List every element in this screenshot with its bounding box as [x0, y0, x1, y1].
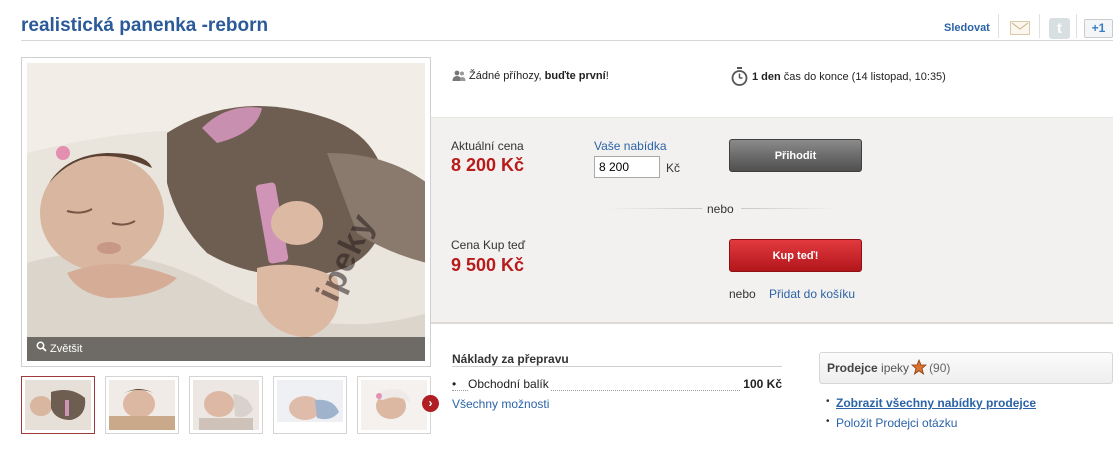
seller-box: Prodejce ipeky (90): [819, 352, 1113, 384]
bullet: •: [826, 396, 830, 407]
star-icon: [910, 356, 928, 386]
your-bid-label[interactable]: Vaše nabídka: [594, 139, 667, 153]
thumbnail[interactable]: [273, 376, 347, 434]
buy-now-label: Cena Kup teď: [451, 238, 526, 252]
shipping-title: Náklady za přepravu: [452, 352, 569, 366]
zoom-label: Zvětšit: [50, 343, 83, 355]
twitter-icon[interactable]: t: [1049, 18, 1070, 39]
seller-all-offers-link[interactable]: Zobrazit všechny nabídky prodejce: [836, 396, 1036, 410]
bids-emph: buďte první: [544, 70, 606, 82]
shipping-price: 100 Kč: [741, 377, 782, 391]
zoom-button[interactable]: Zvětšit: [27, 337, 425, 361]
mail-icon[interactable]: [1010, 21, 1030, 35]
header-separator: [1076, 14, 1077, 38]
buy-now-button[interactable]: Kup teď!: [729, 239, 862, 272]
all-shipping-options-link[interactable]: Všechny možnosti: [452, 397, 549, 411]
magnifier-icon: [36, 337, 47, 361]
thumbnail[interactable]: [189, 376, 263, 434]
time-left-rest: čas do konce (14 listopad, 10:35): [780, 71, 946, 83]
product-image: ipeky Zvětšit: [27, 63, 425, 361]
clock-icon: [731, 67, 748, 89]
bid-button[interactable]: Přihodit: [729, 139, 862, 172]
current-price-label: Aktuální cena: [451, 139, 524, 153]
shipping-rule: [452, 366, 782, 367]
divider-label: nebo: [707, 202, 734, 216]
main-photo[interactable]: ipeky Zvětšit: [21, 57, 431, 367]
buy-now-price: 9 500 Kč: [451, 255, 525, 275]
current-price: 8 200 Kč: [451, 155, 525, 175]
bidders-icon: [452, 70, 466, 84]
follow-link[interactable]: Sledovat: [944, 22, 990, 34]
header-separator: [998, 14, 999, 38]
seller-rating: (90): [929, 361, 951, 375]
gplus-icon[interactable]: +1: [1084, 19, 1113, 38]
bid-currency: Kč: [666, 161, 681, 175]
title-divider: [21, 40, 1113, 41]
page-title: realistická panenka -reborn: [21, 15, 269, 36]
bids-suffix: !: [605, 70, 609, 82]
thumbnail[interactable]: [105, 376, 179, 434]
shipping-method: Obchodní balík: [468, 377, 551, 391]
thumbnail[interactable]: [357, 376, 431, 434]
thumbnail[interactable]: [21, 376, 95, 434]
divider-right: [741, 208, 836, 209]
buy-or-label: nebo: [729, 287, 756, 301]
time-left: 1 den čas do konce (14 listopad, 10:35): [752, 71, 946, 83]
add-to-cart-link[interactable]: Přidat do košíku: [769, 287, 855, 301]
ask-seller-link[interactable]: Položit Prodejci otázku: [836, 416, 957, 430]
time-left-value: 1 den: [752, 71, 781, 83]
bullet: •: [826, 416, 830, 427]
seller-name[interactable]: ipeky: [881, 361, 909, 375]
header-separator: [1039, 14, 1040, 38]
shipping-row: • Obchodní balík 100 Kč: [452, 377, 782, 391]
bids-status: Žádné příhozy, buďte první!: [452, 70, 609, 84]
divider-left: [607, 208, 702, 209]
bids-prefix: Žádné příhozy,: [469, 70, 545, 82]
seller-label: Prodejce: [827, 361, 878, 375]
bid-amount-input[interactable]: [594, 156, 660, 178]
bullet: •: [452, 377, 457, 391]
chevron-right-icon[interactable]: ›: [422, 395, 439, 412]
